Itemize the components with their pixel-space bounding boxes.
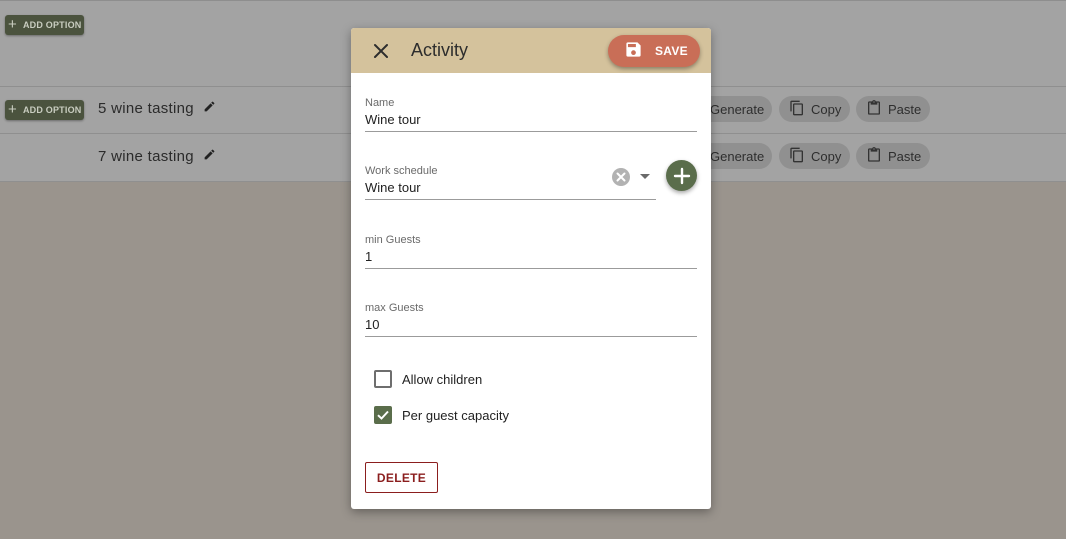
copy-label: Copy — [811, 148, 842, 164]
paste-label: Paste — [888, 101, 922, 117]
pencil-icon[interactable] — [203, 148, 216, 165]
generate-label: Generate — [710, 101, 765, 117]
min-guests-input[interactable]: 1 — [365, 249, 372, 264]
name-input[interactable]: Wine tour — [365, 112, 421, 127]
dialog-title: Activity — [411, 40, 469, 60]
name-underline — [365, 131, 697, 132]
per-guest-capacity-label: Per guest capacity — [402, 407, 509, 423]
check-icon — [377, 410, 389, 420]
max-guests-label: max Guests — [365, 302, 424, 314]
paste-icon — [866, 99, 882, 119]
save-button[interactable]: SAVE — [608, 35, 700, 67]
add-icon — [673, 167, 690, 184]
paste-label: Paste — [888, 148, 922, 164]
activity-dialog: Activity SAVE Name Wine tour Work schedu… — [351, 28, 711, 509]
copy-label: Copy — [811, 101, 842, 117]
row-title: 5 wine tasting — [98, 100, 194, 117]
name-label: Name — [365, 97, 395, 109]
dialog-header: Activity SAVE — [351, 28, 711, 73]
paste-icon — [866, 146, 882, 166]
work-schedule-select[interactable]: Wine tour — [365, 180, 421, 195]
add-option-label: ADD OPTION — [22, 105, 82, 115]
top-divider — [0, 0, 1066, 1]
delete-button[interactable]: DELETE — [365, 462, 438, 493]
pencil-icon[interactable] — [203, 100, 216, 117]
max-guests-underline — [365, 336, 697, 337]
copy-chip[interactable]: Copy — [779, 96, 850, 122]
plus-icon: + — [8, 15, 17, 33]
generate-label: Generate — [710, 148, 765, 164]
allow-children-checkbox[interactable] — [374, 370, 392, 388]
paste-chip[interactable]: Paste — [856, 143, 930, 169]
list-item: 5 wine tasting — [98, 100, 216, 117]
per-guest-capacity-row[interactable]: Per guest capacity — [374, 406, 509, 424]
save-icon — [624, 40, 643, 62]
work-schedule-underline — [365, 199, 656, 200]
add-option-button[interactable]: + ADD OPTION — [5, 15, 85, 35]
copy-icon — [789, 100, 805, 119]
list-item: 7 wine tasting — [98, 148, 216, 165]
paste-chip[interactable]: Paste — [856, 96, 930, 122]
clear-icon[interactable] — [612, 168, 630, 186]
allow-children-row[interactable]: Allow children — [374, 370, 482, 388]
row-title: 7 wine tasting — [98, 148, 194, 165]
min-guests-underline — [365, 268, 697, 269]
copy-icon — [789, 147, 805, 166]
min-guests-label: min Guests — [365, 234, 421, 246]
copy-chip[interactable]: Copy — [779, 143, 850, 169]
close-button[interactable] — [369, 39, 393, 63]
allow-children-label: Allow children — [402, 371, 483, 387]
dropdown-caret-icon[interactable] — [640, 174, 650, 179]
close-icon — [374, 44, 388, 58]
add-work-schedule-button[interactable] — [666, 160, 697, 191]
plus-icon: + — [8, 100, 17, 118]
add-option-button[interactable]: + ADD OPTION — [5, 100, 85, 120]
per-guest-capacity-checkbox[interactable] — [374, 406, 392, 424]
work-schedule-label: Work schedule — [365, 165, 438, 177]
save-label: SAVE — [655, 44, 688, 58]
add-option-label: ADD OPTION — [22, 20, 82, 30]
max-guests-input[interactable]: 10 — [365, 317, 379, 332]
